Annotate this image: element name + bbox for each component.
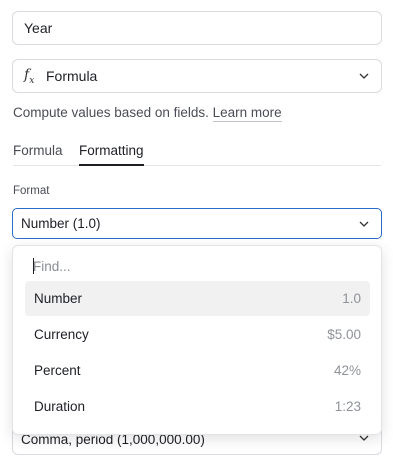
field-type-select[interactable]: fx Formula (12, 59, 382, 93)
chevron-down-icon (359, 221, 369, 227)
format-option-number[interactable]: Number 1.0 (25, 281, 370, 316)
option-example: 1:23 (334, 399, 361, 414)
format-label: Format (13, 185, 50, 197)
chevron-down-icon (359, 435, 369, 441)
help-description: Compute values based on fields. (13, 105, 209, 120)
format-option-duration[interactable]: Duration 1:23 (25, 389, 370, 424)
help-text: Compute values based on fields. Learn mo… (13, 105, 282, 122)
option-label: Percent (34, 363, 81, 378)
format-selected-value: Number (1.0) (21, 216, 101, 231)
function-icon: fx (24, 66, 35, 86)
field-type-label: Formula (46, 68, 98, 84)
option-label: Duration (34, 399, 86, 414)
format-option-currency[interactable]: Currency $5.00 (25, 317, 370, 352)
tab-bar: Formula Formatting (13, 143, 381, 166)
text-caret (33, 258, 34, 274)
chevron-down-icon (359, 73, 369, 79)
format-select[interactable]: Number (1.0) (12, 208, 382, 239)
option-example: 1.0 (342, 291, 361, 306)
field-name-input[interactable]: Year (12, 11, 382, 45)
tab-formula[interactable]: Formula (13, 143, 63, 166)
field-name-value: Year (24, 20, 53, 36)
option-label: Number (34, 291, 83, 306)
learn-more-link[interactable]: Learn more (212, 105, 282, 122)
option-label: Currency (34, 327, 89, 342)
format-dropdown-menu: Number 1.0 Currency $5.00 Percent 42% Du… (12, 245, 382, 435)
format-option-percent[interactable]: Percent 42% (25, 353, 370, 388)
option-example: $5.00 (327, 327, 361, 342)
tab-formatting[interactable]: Formatting (79, 143, 144, 166)
option-example: 42% (333, 363, 361, 378)
find-input[interactable] (33, 256, 353, 276)
